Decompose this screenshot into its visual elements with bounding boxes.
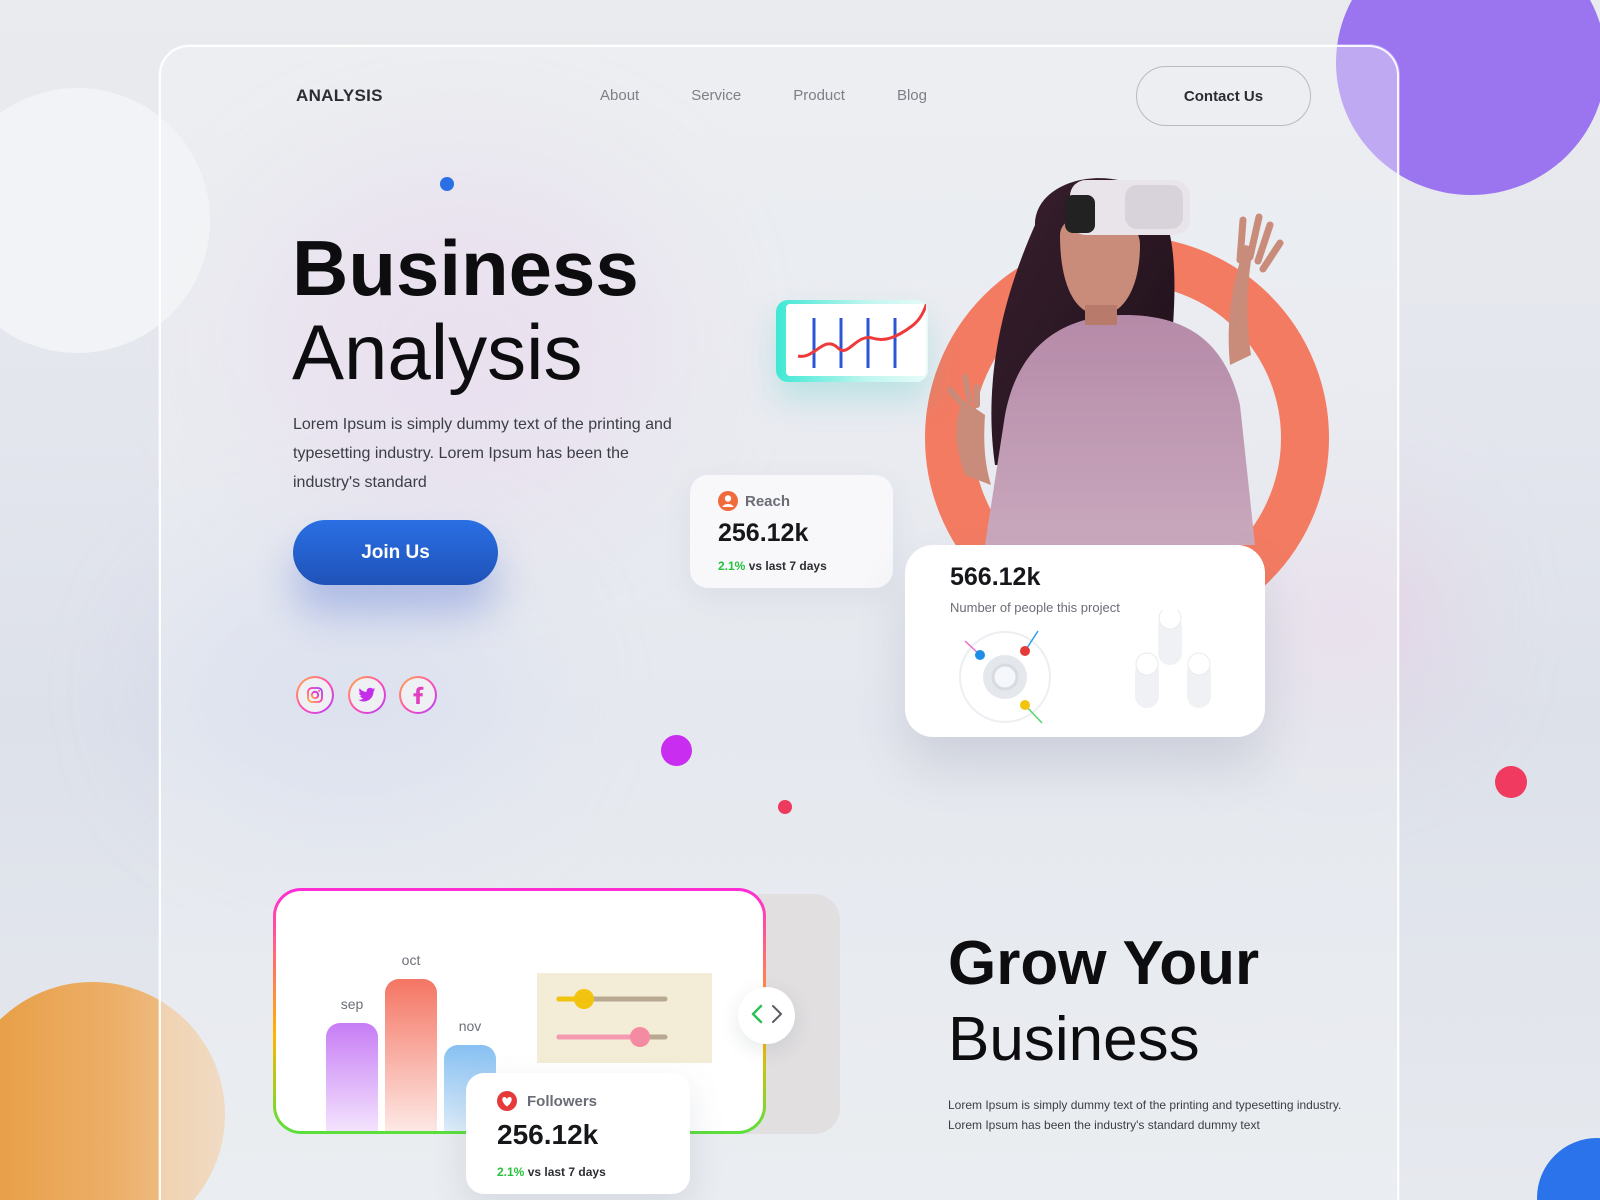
chart-carousel-nav xyxy=(738,987,795,1044)
vr-person-image xyxy=(947,178,1284,545)
followers-label: Followers xyxy=(527,1093,598,1110)
bar-sep xyxy=(326,1023,378,1131)
followers-change: 2.1% vs last 7 days xyxy=(497,1165,606,1179)
chevron-left-icon[interactable] xyxy=(750,1004,764,1028)
mini-chart-paper xyxy=(786,299,930,376)
join-us-button[interactable]: Join Us xyxy=(293,520,498,585)
followers-change-percent: 2.1% xyxy=(497,1165,525,1179)
facebook-link[interactable] xyxy=(399,676,437,714)
grow-title-bold: Grow Your xyxy=(948,929,1260,998)
followers-value: 256.12k xyxy=(497,1119,599,1150)
project-stats-card: 566.12k Number of people this project xyxy=(905,545,1265,737)
reach-change: 2.1% vs last 7 days xyxy=(718,559,827,573)
grow-title-light: Business xyxy=(948,1005,1200,1074)
project-stats-label: Number of people this project xyxy=(950,600,1120,615)
line-chart-graphic xyxy=(797,299,930,368)
reach-card: Reach 256.12k 2.1% vs last 7 days xyxy=(690,475,893,588)
grow-description: Lorem Ipsum is simply dummy text of the … xyxy=(948,1098,1342,1132)
main-nav: About Service Product Blog xyxy=(600,87,979,104)
decor-dot-blue xyxy=(440,177,454,191)
nav-link-blog[interactable]: Blog xyxy=(897,87,927,104)
decor-circle-blue xyxy=(1537,1138,1600,1200)
slider-thumb-yellow[interactable] xyxy=(574,989,594,1009)
hero-title: Business Analysis xyxy=(292,226,639,394)
bar-label-sep: sep xyxy=(341,996,364,1012)
nav-link-service[interactable]: Service xyxy=(691,87,741,104)
slider-panel xyxy=(537,973,712,1063)
instagram-icon xyxy=(298,678,332,712)
user-icon xyxy=(718,491,738,511)
nav-link-about[interactable]: About xyxy=(600,87,639,104)
hero-title-bold: Business xyxy=(292,224,639,312)
hero-description: Lorem Ipsum is simply dummy text of the … xyxy=(293,416,672,491)
reach-label: Reach xyxy=(745,493,791,510)
hero-title-light: Analysis xyxy=(292,308,583,396)
decor-dot-red xyxy=(1495,766,1527,798)
slider-thumb-pink[interactable] xyxy=(630,1027,650,1047)
facebook-icon xyxy=(401,678,435,712)
cylinders-graphic xyxy=(1135,610,1211,708)
chevron-right-icon[interactable] xyxy=(770,1004,784,1028)
twitter-icon xyxy=(350,678,384,712)
mini-line-chart xyxy=(776,299,930,382)
reach-value: 256.12k xyxy=(718,519,809,547)
reach-change-percent: 2.1% xyxy=(718,559,746,573)
grow-title: Grow Your Business xyxy=(948,926,1259,1078)
contact-us-button[interactable]: Contact Us xyxy=(1136,66,1311,126)
followers-change-suffix: vs last 7 days xyxy=(524,1165,606,1179)
bar-label-nov: nov xyxy=(459,1018,482,1034)
decor-dot-magenta xyxy=(661,735,692,766)
bar-label-oct: oct xyxy=(402,952,421,968)
twitter-link[interactable] xyxy=(348,676,386,714)
sliders-graphic xyxy=(556,989,668,1047)
brand-logo[interactable]: ANALYSIS xyxy=(296,86,383,106)
instagram-link[interactable] xyxy=(296,676,334,714)
nav-link-product[interactable]: Product xyxy=(793,87,845,104)
bar-oct xyxy=(385,979,437,1131)
decor-dot-red-small xyxy=(778,800,792,814)
followers-card: Followers 256.12k 2.1% vs last 7 days xyxy=(466,1073,690,1194)
dial-graphic xyxy=(959,630,1051,724)
reach-change-suffix: vs last 7 days xyxy=(745,559,827,573)
heart-icon xyxy=(497,1091,517,1111)
project-stats-value: 566.12k xyxy=(950,563,1041,591)
